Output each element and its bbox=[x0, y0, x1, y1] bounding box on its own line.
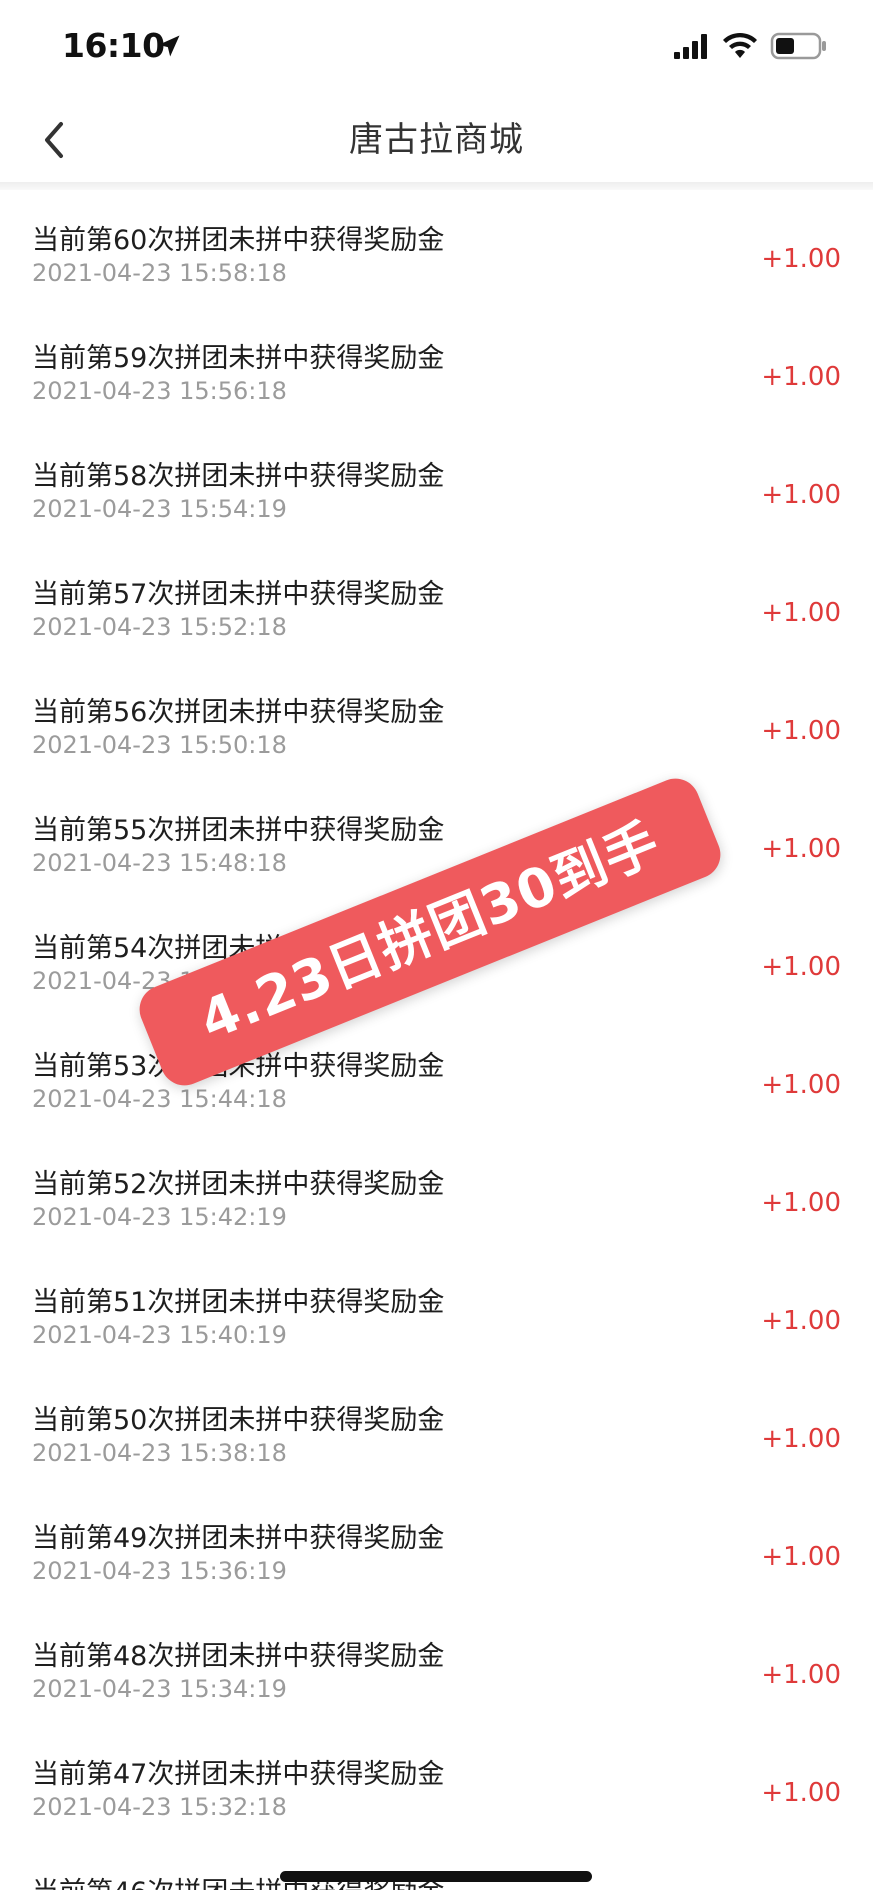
list-item[interactable]: 当前第47次拼团未拼中获得奖励金 2021-04-23 15:32:18 +1.… bbox=[0, 1724, 873, 1842]
record-title: 当前第60次拼团未拼中获得奖励金 bbox=[32, 225, 445, 256]
record-amount: +1.00 bbox=[761, 480, 841, 510]
status-time: 16:10 bbox=[62, 26, 165, 65]
record-amount: +1.00 bbox=[761, 598, 841, 628]
record-title: 当前第57次拼团未拼中获得奖励金 bbox=[32, 579, 445, 610]
cellular-signal-icon bbox=[674, 34, 707, 59]
list-item[interactable]: 当前第50次拼团未拼中获得奖励金 2021-04-23 15:38:18 +1.… bbox=[0, 1370, 873, 1488]
record-title: 当前第51次拼团未拼中获得奖励金 bbox=[32, 1287, 445, 1318]
list-item[interactable]: 当前第52次拼团未拼中获得奖励金 2021-04-23 15:42:19 +1.… bbox=[0, 1134, 873, 1252]
record-title: 当前第58次拼团未拼中获得奖励金 bbox=[32, 461, 445, 492]
back-button[interactable] bbox=[28, 110, 80, 170]
wifi-icon bbox=[723, 32, 757, 58]
record-title: 当前第50次拼团未拼中获得奖励金 bbox=[32, 1405, 445, 1436]
record-timestamp: 2021-04-23 15:42:19 bbox=[32, 1203, 287, 1231]
home-indicator[interactable] bbox=[280, 1871, 592, 1882]
record-title: 当前第55次拼团未拼中获得奖励金 bbox=[32, 815, 445, 846]
record-title: 当前第56次拼团未拼中获得奖励金 bbox=[32, 697, 445, 728]
list-item[interactable]: 当前第49次拼团未拼中获得奖励金 2021-04-23 15:36:19 +1.… bbox=[0, 1488, 873, 1606]
record-title: 当前第52次拼团未拼中获得奖励金 bbox=[32, 1169, 445, 1200]
record-title: 当前第49次拼团未拼中获得奖励金 bbox=[32, 1523, 445, 1554]
record-timestamp: 2021-04-23 15:38:18 bbox=[32, 1439, 287, 1467]
record-amount: +1.00 bbox=[761, 952, 841, 982]
status-bar: 16:10 bbox=[0, 0, 873, 92]
record-timestamp: 2021-04-23 15:44:18 bbox=[32, 1085, 287, 1113]
record-amount: +1.00 bbox=[761, 1424, 841, 1454]
navigation-bar: 唐古拉商城 bbox=[0, 92, 873, 188]
record-timestamp: 2021-04-23 15:32:18 bbox=[32, 1793, 287, 1821]
record-timestamp: 2021-04-23 15:34:19 bbox=[32, 1675, 287, 1703]
record-amount: +1.00 bbox=[761, 834, 841, 864]
record-amount: +1.00 bbox=[761, 716, 841, 746]
record-timestamp: 2021-04-23 15:52:18 bbox=[32, 613, 287, 641]
list-item[interactable]: 当前第59次拼团未拼中获得奖励金 2021-04-23 15:56:18 +1.… bbox=[0, 308, 873, 426]
record-timestamp: 2021-04-23 15:58:18 bbox=[32, 259, 287, 287]
list-item[interactable]: 当前第60次拼团未拼中获得奖励金 2021-04-23 15:58:18 +1.… bbox=[0, 190, 873, 308]
record-title: 当前第47次拼团未拼中获得奖励金 bbox=[32, 1759, 445, 1790]
list-item[interactable]: 当前第58次拼团未拼中获得奖励金 2021-04-23 15:54:19 +1.… bbox=[0, 426, 873, 544]
record-timestamp: 2021-04-23 15:40:19 bbox=[32, 1321, 287, 1349]
record-timestamp: 2021-04-23 15:50:18 bbox=[32, 731, 287, 759]
record-timestamp: 2021-04-23 15:48:18 bbox=[32, 849, 287, 877]
record-timestamp: 2021-04-23 15:54:19 bbox=[32, 495, 287, 523]
chevron-left-icon bbox=[45, 122, 63, 158]
record-amount: +1.00 bbox=[761, 1660, 841, 1690]
list-item[interactable]: 当前第57次拼团未拼中获得奖励金 2021-04-23 15:52:18 +1.… bbox=[0, 544, 873, 662]
record-amount: +1.00 bbox=[761, 1306, 841, 1336]
record-amount: +1.00 bbox=[761, 1778, 841, 1808]
record-amount: +1.00 bbox=[761, 362, 841, 392]
record-amount: +1.00 bbox=[761, 1542, 841, 1572]
record-title: 当前第59次拼团未拼中获得奖励金 bbox=[32, 343, 445, 374]
record-amount: +1.00 bbox=[761, 1188, 841, 1218]
battery-icon bbox=[770, 32, 826, 60]
list-item[interactable]: 当前第56次拼团未拼中获得奖励金 2021-04-23 15:50:18 +1.… bbox=[0, 662, 873, 780]
record-amount: +1.00 bbox=[761, 1070, 841, 1100]
reward-record-list[interactable]: 当前第60次拼团未拼中获得奖励金 2021-04-23 15:58:18 +1.… bbox=[0, 190, 873, 1890]
page-title: 唐古拉商城 bbox=[349, 120, 524, 160]
list-item[interactable]: 当前第48次拼团未拼中获得奖励金 2021-04-23 15:34:19 +1.… bbox=[0, 1606, 873, 1724]
record-timestamp: 2021-04-23 15:56:18 bbox=[32, 377, 287, 405]
list-item[interactable]: 当前第51次拼团未拼中获得奖励金 2021-04-23 15:40:19 +1.… bbox=[0, 1252, 873, 1370]
record-timestamp: 2021-04-23 15:36:19 bbox=[32, 1557, 287, 1585]
record-amount: +1.00 bbox=[761, 244, 841, 274]
list-item[interactable]: 当前第53次拼团未拼中获得奖励金 2021-04-23 15:44:18 +1.… bbox=[0, 1016, 873, 1134]
list-item[interactable]: 当前第46次拼团未拼中获得奖励金 bbox=[0, 1842, 873, 1890]
location-arrow-icon bbox=[158, 35, 180, 57]
record-title: 当前第48次拼团未拼中获得奖励金 bbox=[32, 1641, 445, 1672]
